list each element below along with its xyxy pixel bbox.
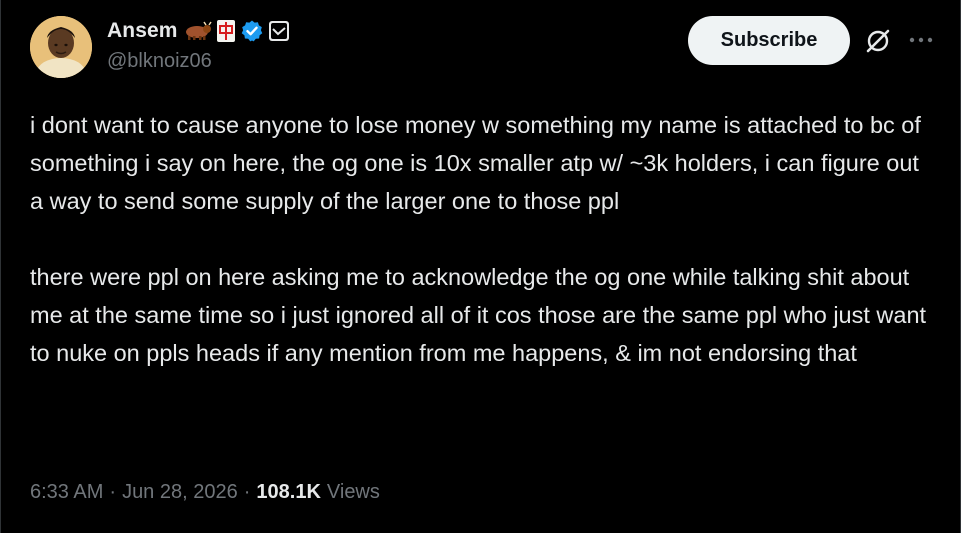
views-count: 108.1K: [256, 481, 321, 503]
ox-emoji: [182, 19, 212, 43]
tweet-paragraph: there were ppl on here asking me to ackn…: [30, 264, 927, 366]
author-display-name[interactable]: Ansem: [107, 19, 178, 43]
avatar[interactable]: [30, 16, 92, 78]
grok-icon[interactable]: [864, 27, 892, 55]
tweet-text: i dont want to cause anyone to lose mone…: [30, 106, 930, 372]
affiliate-badge-icon[interactable]: [268, 19, 290, 43]
meta-separator: ·: [109, 481, 117, 503]
avatar-image: [30, 16, 92, 78]
tweet-date[interactable]: Jun 28, 2026: [122, 481, 238, 504]
meta-separator: ·: [243, 481, 251, 503]
more-icon[interactable]: [908, 33, 934, 47]
tweet-paragraph: i dont want to cause anyone to lose mone…: [30, 112, 921, 214]
tweet-meta: 6:33 AM · Jun 28, 2026 · 108.1K Views: [30, 481, 380, 504]
author-handle[interactable]: @blknoiz06: [107, 50, 212, 73]
subscribe-button[interactable]: Subscribe: [688, 16, 850, 65]
author-name-row: Ansem: [107, 18, 290, 44]
views-label: Views: [326, 481, 380, 503]
tweet-card: Ansem @blknoiz06 Subscribe i dont want t…: [0, 0, 961, 533]
verified-badge-icon[interactable]: [240, 19, 264, 43]
tweet-time[interactable]: 6:33 AM: [30, 481, 103, 504]
mahjong-red-dragon-emoji: [216, 19, 236, 43]
